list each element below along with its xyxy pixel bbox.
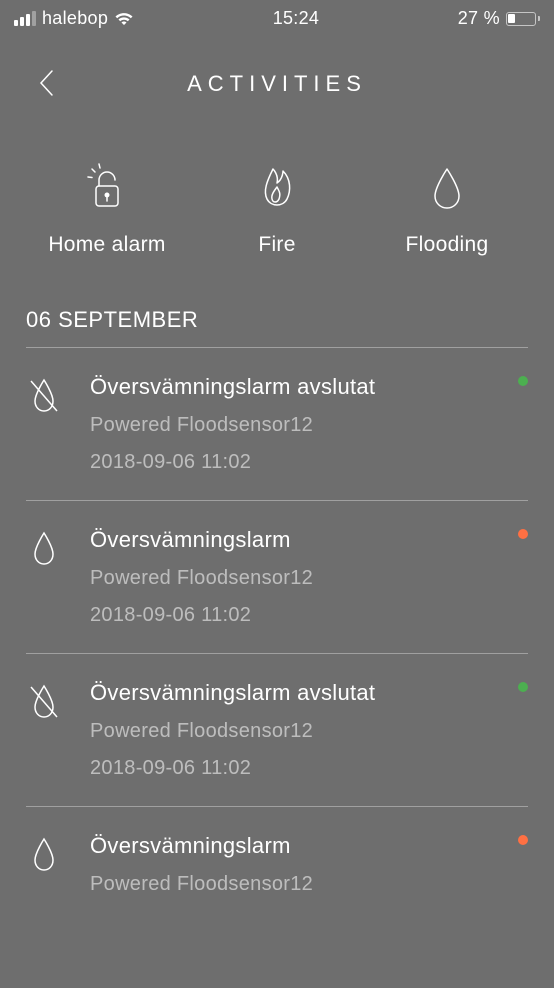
status-time: 15:24 <box>273 8 320 29</box>
activity-item[interactable]: Översvämningslarm Powered Floodsensor12 <box>0 807 554 922</box>
drop-icon <box>429 163 465 211</box>
activity-title: Översvämningslarm avslutat <box>90 374 528 400</box>
status-left: halebop <box>14 8 134 29</box>
status-dot-green <box>518 682 528 692</box>
page-title: ACTIVITIES <box>187 71 367 97</box>
cellular-signal-icon <box>14 11 36 26</box>
category-flooding[interactable]: Flooding <box>362 163 532 257</box>
activity-list[interactable]: Översvämningslarm avslutat Powered Flood… <box>0 348 554 922</box>
header: ACTIVITIES <box>0 33 554 115</box>
activity-title: Översvämningslarm <box>90 833 528 859</box>
status-dot-orange <box>518 529 528 539</box>
status-right: 27 % <box>458 8 540 29</box>
category-home-alarm[interactable]: Home alarm <box>22 163 192 257</box>
activity-title: Översvämningslarm avslutat <box>90 680 528 706</box>
wifi-icon <box>114 12 134 26</box>
drop-icon <box>26 527 72 627</box>
status-bar: halebop 15:24 27 % <box>0 0 554 33</box>
status-dot-green <box>518 376 528 386</box>
carrier-label: halebop <box>42 8 108 29</box>
activity-timestamp: 2018-09-06 11:02 <box>90 757 528 780</box>
drop-icon <box>26 833 72 896</box>
activity-timestamp: 2018-09-06 11:02 <box>90 604 528 627</box>
date-header: 06 SEPTEMBER <box>0 297 554 347</box>
battery-icon <box>506 12 540 26</box>
drop-crossed-icon <box>26 680 72 780</box>
battery-percent: 27 % <box>458 8 500 29</box>
category-label: Flooding <box>406 233 489 257</box>
fire-icon <box>257 163 297 211</box>
category-label: Home alarm <box>48 233 165 257</box>
category-label: Fire <box>258 233 295 257</box>
activity-subtitle: Powered Floodsensor12 <box>90 720 528 743</box>
activity-subtitle: Powered Floodsensor12 <box>90 567 528 590</box>
activity-item[interactable]: Översvämningslarm Powered Floodsensor12 … <box>0 501 554 653</box>
activity-item[interactable]: Översvämningslarm avslutat Powered Flood… <box>0 654 554 806</box>
back-button[interactable] <box>38 69 62 93</box>
category-fire[interactable]: Fire <box>192 163 362 257</box>
activity-item[interactable]: Översvämningslarm avslutat Powered Flood… <box>0 348 554 500</box>
activity-subtitle: Powered Floodsensor12 <box>90 414 528 437</box>
padlock-icon <box>87 163 127 211</box>
drop-crossed-icon <box>26 374 72 474</box>
status-dot-orange <box>518 835 528 845</box>
activity-subtitle: Powered Floodsensor12 <box>90 873 528 896</box>
activity-timestamp: 2018-09-06 11:02 <box>90 451 528 474</box>
activity-title: Översvämningslarm <box>90 527 528 553</box>
category-row: Home alarm Fire Flooding <box>0 115 554 297</box>
